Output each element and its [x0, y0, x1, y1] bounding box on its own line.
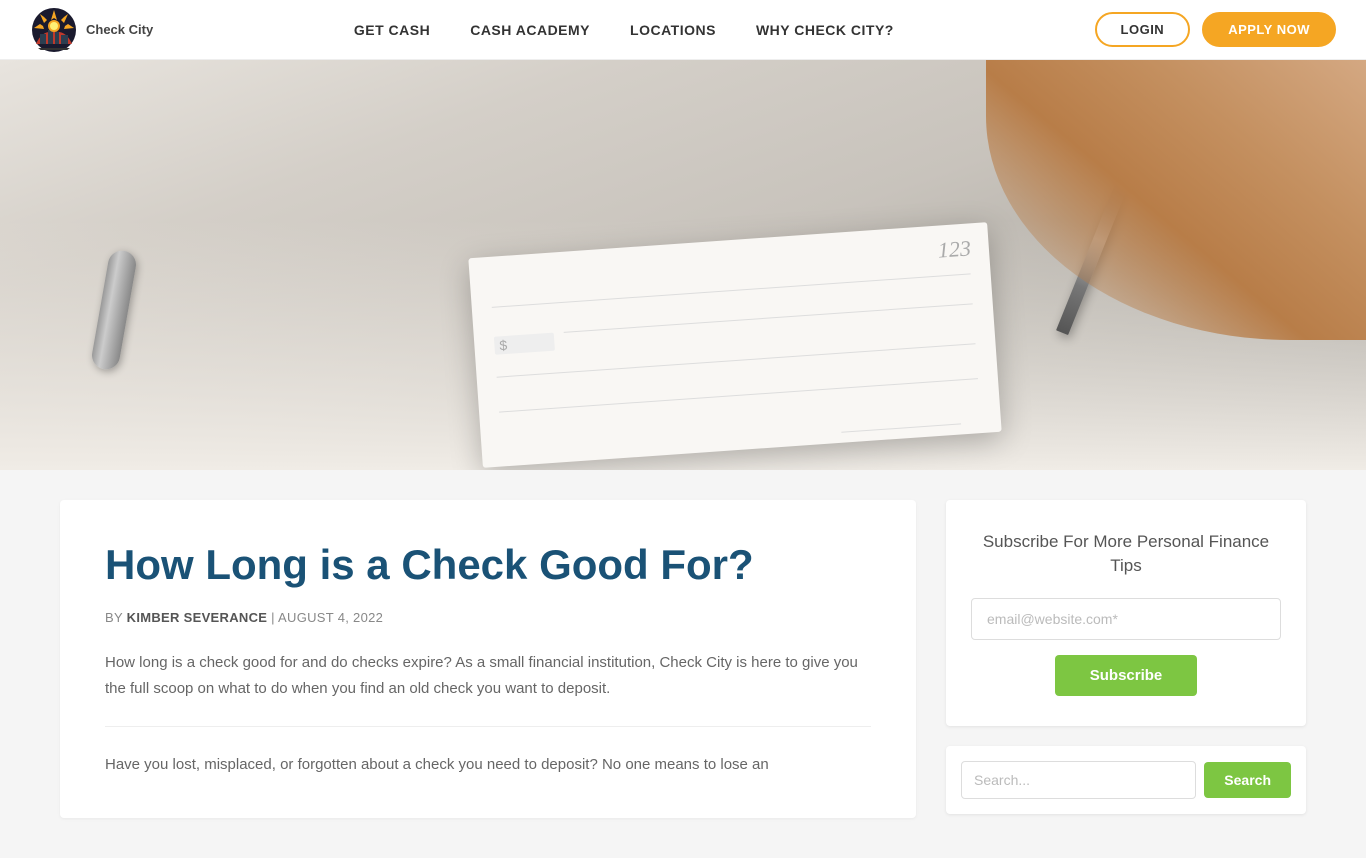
hero-image: 123 $	[0, 60, 1366, 470]
article-divider	[105, 726, 871, 727]
article-intro: How long is a check good for and do chec…	[105, 650, 871, 701]
logo-icon	[30, 6, 78, 54]
article-title: How Long is a Check Good For?	[105, 540, 871, 590]
subscribe-button[interactable]: Subscribe	[1055, 655, 1198, 696]
main-nav: GET CASH CASH ACADEMY LOCATIONS WHY CHEC…	[153, 22, 1094, 38]
article-author: KIMBER SEVERANCE	[127, 610, 268, 625]
subscribe-email-input[interactable]	[971, 598, 1281, 640]
main-content: How Long is a Check Good For? BY KIMBER …	[0, 470, 1366, 858]
search-box: Search	[946, 746, 1306, 814]
search-button[interactable]: Search	[1204, 762, 1291, 798]
nav-get-cash[interactable]: GET CASH	[354, 22, 430, 38]
article-body: Have you lost, misplaced, or forgotten a…	[105, 752, 871, 778]
subscribe-title: Subscribe For More Personal Finance Tips	[971, 530, 1281, 578]
login-button[interactable]: LOGIN	[1095, 12, 1191, 47]
article-section: How Long is a Check Good For? BY KIMBER …	[60, 500, 916, 818]
nav-cash-academy[interactable]: CASH ACADEMY	[470, 22, 590, 38]
logo-brand-text: Check City	[86, 22, 153, 38]
site-header: Check City GET CASH CASH ACADEMY LOCATIO…	[0, 0, 1366, 60]
article-meta-by: BY	[105, 610, 123, 625]
nav-locations[interactable]: LOCATIONS	[630, 22, 716, 38]
search-input[interactable]	[961, 761, 1196, 799]
article-meta: BY KIMBER SEVERANCE | AUGUST 4, 2022	[105, 610, 871, 625]
nav-why-check-city[interactable]: WHY CHECK CITY?	[756, 22, 894, 38]
sidebar: Subscribe For More Personal Finance Tips…	[946, 500, 1306, 814]
hero-check-doc: 123 $	[468, 222, 1001, 468]
header-buttons: LOGIN APPLY NOW	[1095, 12, 1336, 47]
logo-link[interactable]: Check City	[30, 6, 153, 54]
content-wrapper: How Long is a Check Good For? BY KIMBER …	[0, 470, 1366, 858]
article-date: AUGUST 4, 2022	[278, 610, 383, 625]
subscribe-box: Subscribe For More Personal Finance Tips…	[946, 500, 1306, 726]
apply-now-button[interactable]: APPLY NOW	[1202, 12, 1336, 47]
